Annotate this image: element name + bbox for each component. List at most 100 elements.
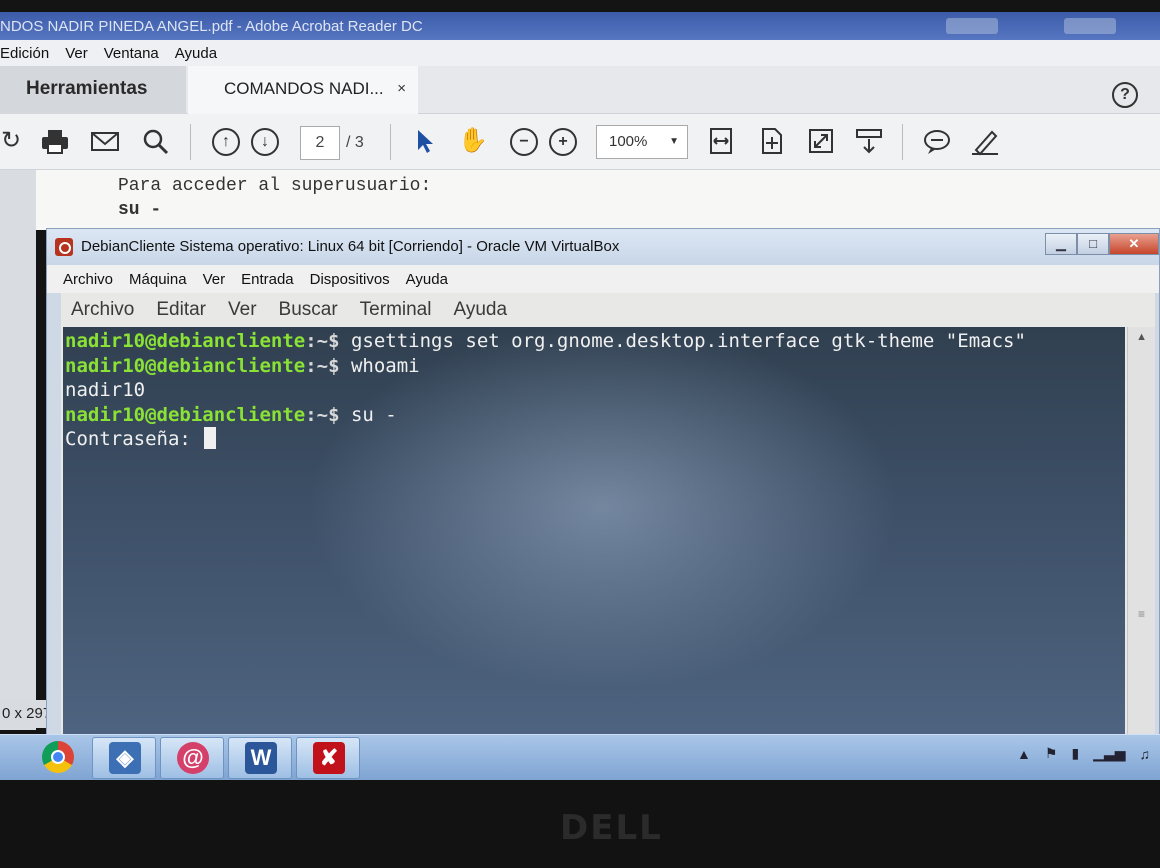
select-cursor-icon[interactable]	[410, 126, 440, 156]
menu-item-dispositivos[interactable]: Dispositivos	[310, 271, 390, 288]
menu-item-entrada[interactable]: Entrada	[241, 271, 294, 288]
acrobat-title: NDOS NADIR PINEDA ANGEL.pdf - Adobe Acro…	[0, 18, 423, 35]
taskbar-debian-vm[interactable]: @	[160, 737, 224, 779]
virtualbox-icon: ◈	[109, 742, 141, 774]
debian-icon: @	[177, 742, 209, 774]
help-icon[interactable]: ?	[1112, 82, 1138, 108]
menu-item-ayuda[interactable]: Ayuda	[175, 45, 217, 62]
scrollbar-grip-icon[interactable]: ≡	[1138, 607, 1145, 621]
terminal-menu-buscar[interactable]: Buscar	[279, 299, 338, 321]
taskbar-word[interactable]: W	[228, 737, 292, 779]
gnome-terminal: Archivo Editar Ver Buscar Terminal Ayuda…	[61, 293, 1155, 741]
acrobat-menu-bar: Edición Ver Ventana Ayuda	[0, 40, 1160, 66]
prompt-user: nadir10@debiancliente	[65, 354, 306, 377]
virtualbox-title-bar[interactable]: DebianCliente Sistema operativo: Linux 6…	[47, 229, 1159, 265]
prompt-suffix: :~$	[305, 403, 351, 426]
scroll-mode-icon[interactable]	[854, 126, 884, 156]
toolbar-divider	[390, 124, 391, 160]
acrobat-tab-bar: Herramientas COMANDOS NADI... × ?	[0, 66, 1160, 114]
volume-icon[interactable]: ♫	[1140, 746, 1151, 762]
comment-icon[interactable]	[922, 126, 952, 156]
zoom-out-icon[interactable]: −	[510, 128, 538, 156]
zoom-in-icon[interactable]: +	[549, 128, 577, 156]
highlight-pen-icon[interactable]	[970, 126, 1000, 156]
menu-item-ver[interactable]: Ver	[203, 271, 226, 288]
close-tab-icon[interactable]: ×	[397, 66, 406, 112]
hand-tool-icon[interactable]: ✋	[458, 126, 488, 156]
scroll-up-icon[interactable]: ▲	[1136, 331, 1147, 343]
terminal-menu-terminal[interactable]: Terminal	[360, 299, 432, 321]
dell-logo: DELL	[560, 808, 663, 848]
terminal-line: nadir10@debiancliente:~$ whoami	[65, 354, 1125, 379]
command-text: gsettings set org.gnome.desktop.interfac…	[350, 330, 1026, 352]
chrome-icon	[42, 741, 74, 773]
virtualbox-window: DebianCliente Sistema operativo: Linux 6…	[46, 228, 1160, 741]
menu-item-archivo[interactable]: Archivo	[63, 271, 113, 288]
toolbar-divider	[902, 124, 903, 160]
taskbar-acrobat[interactable]: ✘	[296, 737, 360, 779]
terminal-output[interactable]: nadir10@debiancliente:~$ gsettings set o…	[63, 327, 1125, 741]
title-bar-thumbnail	[946, 18, 998, 34]
taskbar-virtualbox[interactable]: ◈	[92, 737, 156, 779]
menu-item-ayuda[interactable]: Ayuda	[406, 271, 448, 288]
tab-herramientas[interactable]: Herramientas	[0, 66, 186, 114]
search-icon[interactable]	[140, 126, 170, 156]
flag-icon[interactable]: ⚑	[1045, 745, 1058, 762]
show-hidden-icons-icon[interactable]: ▲	[1017, 746, 1031, 762]
window-controls: ▁ □ ✕	[1045, 233, 1159, 257]
taskbar: ◈ @ W ✘ ▲ ⚑ ▮ ▁▃▅ ♫	[0, 734, 1160, 780]
page-total: / 3	[346, 134, 364, 151]
prompt-user: nadir10@debiancliente	[65, 403, 306, 426]
zoom-value: 100%	[609, 133, 648, 150]
menu-item-edicion[interactable]: Edición	[0, 45, 49, 62]
close-button[interactable]: ✕	[1109, 233, 1159, 255]
prompt-suffix: :~$	[305, 354, 351, 377]
pdf-text-line: su -	[118, 200, 162, 220]
screen: NDOS NADIR PINEDA ANGEL.pdf - Adobe Acro…	[0, 0, 1160, 868]
menu-item-ventana[interactable]: Ventana	[104, 45, 159, 62]
print-icon[interactable]	[40, 126, 70, 156]
acrobat-title-bar: NDOS NADIR PINEDA ANGEL.pdf - Adobe Acro…	[0, 12, 1160, 42]
command-text: whoami	[350, 354, 420, 377]
system-tray: ▲ ⚑ ▮ ▁▃▅ ♫	[1017, 745, 1150, 762]
previous-page-icon[interactable]: ↑	[212, 128, 240, 156]
acrobat-side-panel	[0, 170, 36, 730]
menu-item-maquina[interactable]: Máquina	[129, 271, 187, 288]
pdf-text-line: Para acceder al superusuario:	[118, 176, 432, 196]
title-bar-thumbnail	[1064, 18, 1116, 34]
terminal-menu-bar: Archivo Editar Ver Buscar Terminal Ayuda	[61, 293, 1155, 327]
terminal-menu-editar[interactable]: Editar	[156, 299, 206, 321]
prompt-user: nadir10@debiancliente	[65, 330, 306, 352]
terminal-output-line: nadir10	[65, 379, 146, 401]
zoom-select[interactable]: 100% ▼	[596, 125, 688, 159]
fit-page-icon[interactable]	[756, 126, 786, 156]
pdf-page: Para acceder al superusuario: su -	[36, 170, 1160, 230]
chevron-down-icon: ▼	[669, 136, 679, 147]
virtualbox-menu-bar: Archivo Máquina Ver Entrada Dispositivos…	[47, 265, 1159, 293]
terminal-menu-archivo[interactable]: Archivo	[71, 299, 134, 321]
terminal-scrollbar[interactable]: ▲ ≡	[1127, 327, 1155, 741]
terminal-menu-ayuda[interactable]: Ayuda	[453, 299, 507, 321]
fullscreen-icon[interactable]	[806, 126, 836, 156]
word-icon: W	[245, 742, 277, 774]
virtualbox-logo-icon	[55, 238, 73, 256]
tab-document[interactable]: COMANDOS NADI... ×	[188, 66, 418, 114]
upload-icon[interactable]: ↻	[0, 126, 26, 156]
minimize-button[interactable]: ▁	[1045, 233, 1077, 255]
fit-width-icon[interactable]	[706, 126, 736, 156]
terminal-menu-ver[interactable]: Ver	[228, 299, 257, 321]
password-prompt: Contraseña:	[65, 428, 203, 450]
battery-icon[interactable]: ▮	[1071, 745, 1079, 762]
next-page-icon[interactable]: ↓	[251, 128, 279, 156]
virtualbox-title: DebianCliente Sistema operativo: Linux 6…	[81, 238, 620, 255]
mail-icon[interactable]	[90, 126, 120, 156]
network-signal-icon[interactable]: ▁▃▅	[1093, 745, 1125, 762]
menu-item-ver[interactable]: Ver	[65, 45, 88, 62]
terminal-line: Contraseña:	[65, 427, 1125, 452]
prompt-suffix: :~$	[305, 330, 351, 352]
page-number-input[interactable]: 2	[300, 126, 340, 160]
acrobat-icon: ✘	[313, 742, 345, 774]
terminal-line: nadir10@debiancliente:~$ su -	[65, 403, 1125, 428]
maximize-button[interactable]: □	[1077, 233, 1109, 255]
taskbar-chrome[interactable]	[26, 737, 90, 779]
